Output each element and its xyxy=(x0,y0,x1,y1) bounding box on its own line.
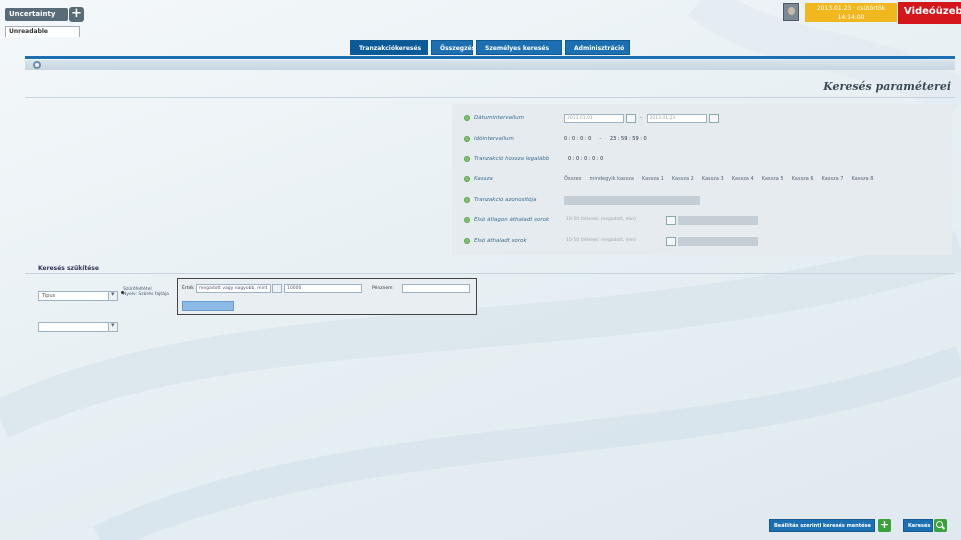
datetime-badge: 2013.01.23 · csütörtök 14:14:00 xyxy=(805,3,897,22)
register-option[interactable]: Összes xyxy=(564,176,581,182)
date-to-input[interactable]: 2013.01.23 xyxy=(646,113,707,123)
status-dot-icon xyxy=(464,176,470,182)
save-search-button[interactable]: Beállítás szerinti keresés mentése xyxy=(769,519,875,532)
select-value: Tipus xyxy=(42,293,56,299)
duration-input[interactable]: 0 : 0 : 0 : 0 : 0 xyxy=(568,156,603,162)
calendar-icon[interactable] xyxy=(666,215,676,225)
add-tab-button[interactable]: + xyxy=(69,7,84,22)
transaction-id-input[interactable] xyxy=(564,195,700,205)
calendar-icon[interactable] xyxy=(666,236,676,246)
range-separator: – xyxy=(640,115,643,121)
top-bar: Uncertainty + 2013.01.23 · csütörtök 14:… xyxy=(0,0,961,30)
time-from-input[interactable]: 0 : 0 : 0 : 0 xyxy=(564,136,591,142)
calendar-icon[interactable] xyxy=(708,113,719,123)
register-option[interactable]: Kassza 8 xyxy=(851,176,873,182)
divider xyxy=(25,273,955,274)
status-dot-icon xyxy=(464,156,470,162)
param-label: Első átlagon áthaladt sorok xyxy=(474,217,550,223)
avg-lines-input[interactable] xyxy=(678,215,758,225)
amount-input[interactable]: 10000 xyxy=(284,284,362,293)
lines-input[interactable] xyxy=(678,236,758,246)
register-option[interactable]: Kassza 1 xyxy=(642,176,664,182)
param-row-avg-lines: Első átlagon áthaladt sorok 10-50 (tétel… xyxy=(464,214,758,226)
chevron-down-icon[interactable] xyxy=(108,290,117,300)
tab-administration[interactable]: Adminisztráció xyxy=(565,40,630,55)
page-title: Keresés paraméterei xyxy=(823,80,951,93)
param-row-transaction-id: Tranzakció azonosítója xyxy=(464,194,700,206)
register-option[interactable]: Kassza 7 xyxy=(822,176,844,182)
tab-personal-search[interactable]: Személyes keresés xyxy=(476,40,562,55)
value-label: Érték xyxy=(182,286,194,291)
sub-toolbar xyxy=(25,60,955,70)
register-option[interactable]: Kassza 3 xyxy=(702,176,724,182)
param-label: Időintervallum xyxy=(474,136,514,142)
time-to-input[interactable]: 23 : 59 : 59 : 0 xyxy=(610,136,647,142)
register-option[interactable]: Kassza 5 xyxy=(762,176,784,182)
register-option[interactable]: mindegyik kassza xyxy=(589,176,633,182)
status-dot-icon xyxy=(464,136,470,142)
param-row-date-range: Dátumintervallum 2013.01.01 – 2013.01.23 xyxy=(464,112,719,124)
register-option[interactable]: Kassza 6 xyxy=(792,176,814,182)
add-condition-button[interactable] xyxy=(182,301,234,311)
refresh-icon[interactable] xyxy=(33,61,41,69)
filter-type-select[interactable]: Tipus xyxy=(38,290,118,301)
lines-select[interactable]: 10-50 (tételek: megadott, min) xyxy=(564,236,664,246)
filter-section-title: Keresés szűkítése xyxy=(38,265,99,272)
param-row-lines: Első áthaladt sorok 10-50 (tételek: mega… xyxy=(464,235,758,247)
param-label: Tranzakció azonosítója xyxy=(474,197,537,203)
param-label: Első áthaladt sorok xyxy=(474,238,527,244)
status-dot-icon xyxy=(464,197,470,203)
video-button[interactable]: Videóüzeb xyxy=(898,2,961,24)
avatar[interactable] xyxy=(783,3,799,21)
param-row-time-range: Időintervallum 0 : 0 : 0 : 0 – 23 : 59 :… xyxy=(464,133,651,145)
comparison-input[interactable]: megadott vagy nagyobb, mint xyxy=(196,284,271,293)
date-text: 2013.01.23 · csütörtök xyxy=(816,5,886,12)
status-dot-icon xyxy=(464,217,470,223)
chevron-down-icon[interactable] xyxy=(108,321,117,331)
param-label: Tranzakció hossza legalább xyxy=(474,156,550,162)
background-decoration xyxy=(0,0,961,540)
main-nav: Tranzakciókeresés Összegzés Személyes ke… xyxy=(350,40,630,55)
filter-condition-box: Érték megadott vagy nagyobb, mint 10000 … xyxy=(177,278,477,315)
register-option[interactable]: Kassza 4 xyxy=(732,176,754,182)
radio-label-line2: Nyelv: Szűrés fajtája xyxy=(123,292,169,297)
chevron-down-icon[interactable] xyxy=(272,284,282,293)
param-row-register: Kassza Összes mindegyik kassza Kassza 1 … xyxy=(464,173,877,185)
param-label: Kassza xyxy=(474,176,493,182)
tab-transaction-search[interactable]: Tranzakciókeresés xyxy=(350,40,428,55)
currency-label: Pénznem xyxy=(372,286,393,291)
status-dot-icon xyxy=(464,115,470,121)
secondary-select[interactable] xyxy=(38,321,118,332)
status-dot-icon xyxy=(464,238,470,244)
user-tab[interactable]: Unreadable xyxy=(5,26,80,37)
search-button[interactable]: Keresés xyxy=(903,519,933,532)
tab-summary[interactable]: Összegzés xyxy=(431,40,475,55)
search-icon[interactable] xyxy=(934,519,947,532)
calendar-icon[interactable] xyxy=(626,113,636,123)
param-row-duration: Tranzakció hossza legalább 0 : 0 : 0 : 0… xyxy=(464,153,607,165)
app-tab[interactable]: Uncertainty xyxy=(5,8,68,21)
search-params-panel: Dátumintervallum 2013.01.01 – 2013.01.23… xyxy=(452,104,952,255)
time-text: 14:14:00 xyxy=(837,14,865,21)
avg-lines-select[interactable]: 10-50 (tételek: megadott, min) xyxy=(564,215,664,225)
divider xyxy=(25,97,955,98)
radio-label: Szűrőfeltétel Nyelv: Szűrés fajtája xyxy=(123,287,169,297)
plus-icon[interactable]: + xyxy=(878,519,891,532)
range-separator: – xyxy=(599,136,602,142)
register-option[interactable]: Kassza 2 xyxy=(672,176,694,182)
nav-accent-line xyxy=(25,56,955,59)
currency-select[interactable] xyxy=(402,284,470,293)
date-from-input[interactable]: 2013.01.01 xyxy=(564,113,624,123)
param-label: Dátumintervallum xyxy=(474,115,524,121)
